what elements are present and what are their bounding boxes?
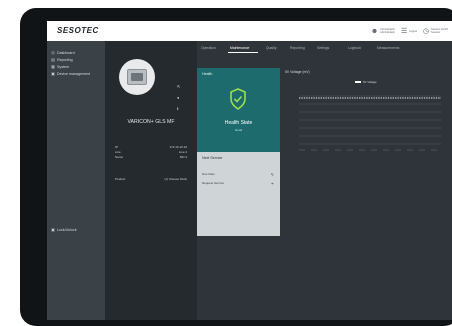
brand-logo: SESOTEC (57, 26, 99, 35)
legend-label: 5V Voltage (363, 80, 377, 84)
logout-icon: ☰ (401, 27, 408, 35)
device-row-value: 172.16.10.16 (169, 145, 187, 149)
info-line-2: Sesotec (431, 31, 441, 34)
tab-settings[interactable]: Settings (317, 46, 329, 50)
user-line-2: Administrator (380, 31, 395, 34)
reporting-icon: ▤ (51, 57, 55, 62)
sidebar-item-lock[interactable]: ▣ Lock/Unlock (51, 227, 77, 232)
info-button[interactable]: ◷ Sesotec GmbH Sesotec (423, 28, 448, 35)
top-actions: ☻ Administrator Administrator ☰ Logout ◷… (371, 24, 448, 38)
next-service-card: Next Service Due Date ✎ Request Service … (197, 152, 280, 236)
device-row-value: Line 2 (178, 150, 187, 154)
clock-icon: ◷ (422, 27, 430, 35)
sidebar-item-label: Dashboard (57, 50, 75, 55)
voltage-chart: 5V Voltage (mV) 5V Voltage (285, 68, 445, 168)
tab-measurements[interactable]: Measurements (377, 46, 399, 50)
device-panel: ⇱ ● ℹ VARICON+ GLS MF IP 172.16.10.16 Li… (105, 41, 197, 320)
tab-quality[interactable]: Quality (266, 46, 277, 50)
app-screen: SESOTEC ☻ Administrator Administrator ☰ … (47, 21, 452, 320)
request-icon[interactable]: ⚭ (271, 181, 274, 186)
sidebar-item-label: Device management (57, 71, 90, 76)
next-service-title: Next Service (202, 156, 223, 160)
shield-check-icon (230, 88, 246, 110)
tab-operation[interactable]: Operation (201, 46, 216, 50)
legend-swatch (355, 81, 361, 83)
device-management-icon: ▣ (51, 71, 55, 76)
lock-icon: ▣ (51, 227, 55, 232)
request-service-row[interactable]: Request Service ⚭ (202, 181, 274, 186)
user-icon: ☻ (370, 27, 379, 35)
device-row-label: Product (115, 177, 126, 181)
device-row-name: Name MD 4 (115, 155, 187, 159)
health-card[interactable]: Health Health State Good (197, 68, 280, 152)
device-row-value: MD 4 (179, 155, 187, 159)
user-button[interactable]: ☻ Administrator Administrator (371, 28, 395, 35)
device-side-icons: ⇱ ● ℹ (177, 85, 180, 111)
device-row-line: Line Line 2 (115, 150, 187, 154)
device-row-product: Product (1) Cheese block (115, 177, 187, 181)
tab-maintenance[interactable]: Maintenance (230, 46, 249, 50)
info-icon[interactable]: ℹ (177, 107, 180, 111)
health-state-value: Good (234, 128, 243, 132)
sidebar-item-device-management[interactable]: ▣ Device management (51, 71, 90, 76)
health-card-title: Health (202, 72, 213, 76)
tab-bar: Operation Maintenance Quality Reporting … (197, 41, 452, 53)
active-tab-indicator (228, 52, 258, 53)
device-image (119, 59, 155, 95)
device-row-label: Line (115, 150, 121, 154)
sidebar-item-reporting[interactable]: ▤ Reporting (51, 57, 73, 62)
device-row-label: IP (115, 145, 118, 149)
health-state-title: Health State (224, 120, 253, 126)
tab-logbook[interactable]: Logbook (348, 46, 361, 50)
device-row-value: (1) Cheese block (164, 177, 187, 181)
sidebar-item-label: Reporting (57, 57, 73, 62)
sidebar: ◎ Dashboard ▤ Reporting ▦ System ▣ Devic… (47, 41, 105, 320)
tab-reporting[interactable]: Reporting (290, 46, 305, 50)
sidebar-item-system[interactable]: ▦ System (51, 64, 69, 69)
logout-button[interactable]: ☰ Logout (401, 28, 417, 35)
device-row-ip: IP 172.16.10.16 (115, 145, 187, 149)
sidebar-item-label: Lock/Unlock (57, 227, 77, 232)
logout-label: Logout (409, 29, 417, 33)
device-name: VARICON+ GLS MF (127, 119, 175, 125)
expand-icon[interactable]: ⇱ (177, 85, 180, 89)
chart-title: 5V Voltage (mV) (285, 70, 310, 74)
due-date-label: Due Date (202, 172, 215, 176)
request-service-label: Request Service (202, 181, 225, 185)
top-bar: SESOTEC ☻ Administrator Administrator ☰ … (47, 21, 452, 41)
chart-plot (299, 95, 441, 151)
sidebar-item-dashboard[interactable]: ◎ Dashboard (51, 50, 75, 55)
chart-legend: 5V Voltage (355, 80, 377, 84)
system-icon: ▦ (51, 64, 55, 69)
device-row-label: Name (115, 155, 124, 159)
sidebar-item-label: System (57, 64, 69, 69)
edit-icon[interactable]: ✎ (271, 172, 274, 177)
status-dot-icon: ● (177, 95, 180, 100)
dashboard-icon: ◎ (51, 50, 55, 55)
due-date-row[interactable]: Due Date ✎ (202, 172, 274, 177)
